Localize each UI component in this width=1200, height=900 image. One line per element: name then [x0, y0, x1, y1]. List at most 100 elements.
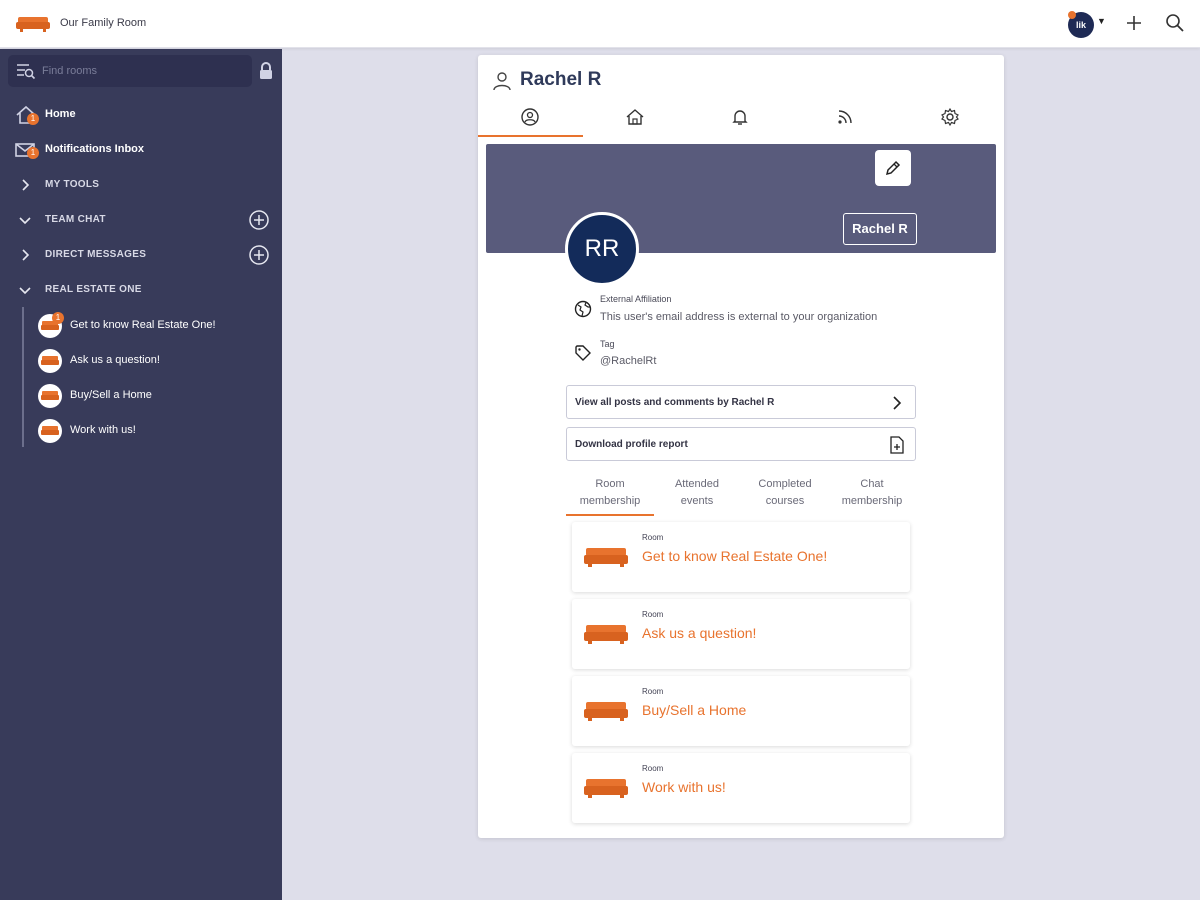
find-rooms-placeholder: Find rooms: [42, 65, 98, 77]
sidebar-room[interactable]: 1 Get to know Real Estate One!: [38, 310, 278, 340]
download-report-button[interactable]: Download profile report: [566, 427, 916, 461]
profile-avatar: RR: [565, 212, 639, 286]
section-label: TEAM CHAT: [45, 214, 106, 225]
profile-icon: [521, 108, 539, 126]
globe-icon: [574, 300, 592, 318]
room-card-kind: Room: [642, 687, 664, 696]
file-add-icon: [890, 436, 904, 454]
room-badge: 1: [52, 312, 64, 324]
affiliation-value: This user's email address is external to…: [600, 311, 878, 323]
room-card-title[interactable]: Work with us!: [642, 779, 726, 795]
profile-card: Rachel R Rachel R RR External Affiliatio…: [478, 55, 1004, 838]
sidebar-room[interactable]: Ask us a question!: [38, 345, 278, 375]
profile-name: Rachel R: [520, 69, 602, 90]
section-label: DIRECT MESSAGES: [45, 249, 147, 260]
notification-dot: [1068, 11, 1076, 19]
view-posts-label: View all posts and comments by Rachel R: [575, 397, 775, 408]
sidebar-room[interactable]: Work with us!: [38, 415, 278, 445]
view-posts-button[interactable]: View all posts and comments by Rachel R: [566, 385, 916, 419]
profile-tabs: [478, 99, 1004, 137]
sidebar-room[interactable]: Buy/Sell a Home: [38, 380, 278, 410]
home-icon: [626, 109, 644, 125]
room-card-kind: Room: [642, 764, 664, 773]
plus-icon[interactable]: [1123, 12, 1145, 34]
sub-tab-line: courses: [765, 495, 805, 507]
couch-icon: [38, 384, 62, 408]
sub-tab-line: Attended: [674, 478, 720, 490]
tab-home[interactable]: [583, 99, 688, 137]
sub-tab-line: Chat: [860, 478, 884, 490]
room-card-title[interactable]: Get to know Real Estate One!: [642, 548, 827, 564]
tab-completed-courses[interactable]: Completed courses: [741, 476, 829, 516]
find-rooms-input[interactable]: Find rooms: [8, 55, 252, 87]
room-card[interactable]: Room Work with us!: [572, 753, 910, 823]
room-card-kind: Room: [642, 533, 664, 542]
sub-tab-line: Room: [595, 478, 625, 490]
section-real-estate-one[interactable]: REAL ESTATE ONE: [0, 275, 282, 305]
caret-down-icon[interactable]: ▼: [1097, 16, 1106, 26]
tab-feed[interactable]: [793, 99, 898, 137]
room-card[interactable]: Room Buy/Sell a Home: [572, 676, 910, 746]
tag-title: Tag: [600, 339, 615, 349]
section-my-tools[interactable]: MY TOOLS: [0, 170, 282, 200]
download-report-label: Download profile report: [575, 439, 688, 450]
section-label: MY TOOLS: [45, 179, 100, 190]
lock-icon[interactable]: [257, 61, 275, 81]
tab-attended-events[interactable]: Attended events: [653, 476, 741, 516]
couch-icon: [38, 419, 62, 443]
list-search-icon: [17, 64, 36, 80]
notifications-badge: 1: [27, 147, 39, 159]
sub-tab-line: membership: [841, 495, 903, 507]
search-icon[interactable]: [1164, 12, 1186, 34]
tab-chat-membership[interactable]: Chat membership: [828, 476, 916, 516]
couch-icon: [584, 779, 628, 798]
sidebar-item-label: Home: [45, 108, 76, 120]
tab-profile[interactable]: [478, 99, 583, 137]
room-label: Work with us!: [70, 424, 136, 436]
chevron-right-icon: [893, 396, 902, 410]
affiliation-title: External Affiliation: [600, 294, 672, 304]
top-bar: Our Family Room lik ▼: [0, 0, 1200, 48]
add-circle-icon[interactable]: [248, 209, 270, 231]
room-label: Get to know Real Estate One!: [70, 319, 216, 331]
profile-banner: Rachel R: [486, 144, 996, 253]
couch-icon: [38, 349, 62, 373]
section-direct-messages[interactable]: DIRECT MESSAGES: [0, 240, 282, 270]
user-icon: [493, 72, 511, 91]
home-badge: 1: [27, 113, 39, 125]
chevron-down-icon[interactable]: [18, 283, 32, 297]
room-card-title[interactable]: Buy/Sell a Home: [642, 702, 746, 718]
sidebar-item-notifications[interactable]: 1 Notifications Inbox: [0, 135, 282, 165]
edit-profile-button[interactable]: [875, 150, 911, 186]
sub-tab-line: events: [680, 495, 714, 507]
sidebar: Find rooms 1 Home 1 Notifications Inbox …: [0, 49, 282, 900]
couch-icon: [584, 625, 628, 644]
room-label: Buy/Sell a Home: [70, 389, 152, 401]
settings-icon: [941, 107, 959, 127]
tag-icon: [575, 345, 591, 361]
sub-tab-line: Completed: [758, 478, 812, 490]
chevron-right-icon[interactable]: [18, 178, 32, 192]
room-card-kind: Room: [642, 610, 664, 619]
couch-icon: [584, 548, 628, 567]
couch-logo-icon[interactable]: [16, 15, 50, 33]
couch-icon: [584, 702, 628, 721]
sidebar-item-home[interactable]: 1 Home: [0, 100, 282, 130]
room-card[interactable]: Room Ask us a question!: [572, 599, 910, 669]
sidebar-item-label: Notifications Inbox: [45, 143, 144, 155]
chevron-down-icon[interactable]: [18, 213, 32, 227]
tab-notifications[interactable]: [688, 99, 793, 137]
bell-icon: [732, 110, 748, 125]
add-circle-icon[interactable]: [248, 244, 270, 266]
tree-line: [22, 307, 24, 447]
room-card[interactable]: Room Get to know Real Estate One!: [572, 522, 910, 592]
section-team-chat[interactable]: TEAM CHAT: [0, 205, 282, 235]
feed-icon: [838, 110, 852, 124]
tab-settings[interactable]: [898, 99, 1003, 137]
tab-room-membership[interactable]: Room membership: [566, 476, 654, 516]
room-card-title[interactable]: Ask us a question!: [642, 625, 756, 641]
chevron-right-icon[interactable]: [18, 248, 32, 262]
pencil-icon: [885, 160, 901, 176]
room-label: Ask us a question!: [70, 354, 160, 366]
sub-tab-line: membership: [579, 495, 641, 507]
